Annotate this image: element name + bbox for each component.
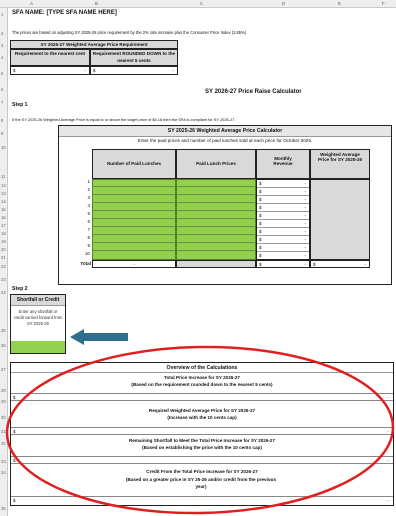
row-number: 8 [87, 235, 90, 240]
col-header-d[interactable]: D [282, 1, 285, 6]
row-number: 4 [87, 203, 90, 208]
column-headers: A B C D E F [0, 0, 396, 8]
requirement-nearest-cent-header: Requirement to the nearest cent [10, 49, 90, 66]
spreadsheet: A B C D E F 1 2 3 4 5 6 7 8 9 10 11 12 1… [0, 0, 396, 516]
row-header[interactable]: 16 [1, 215, 6, 220]
row-header[interactable]: 9 [1, 131, 3, 136]
revenue-cell: $ - [257, 180, 309, 188]
revenue-cell: $ - [257, 188, 309, 196]
lunch-rows: 1 2 3 4 5 6 7 8 9 10 $ - $ - $ - $ - $ -… [59, 179, 391, 260]
row-header[interactable]: 2 [1, 31, 3, 36]
total-lunches: - [92, 260, 176, 268]
row-header[interactable]: 23 [1, 277, 6, 282]
lunches-header: Number of Paid Lunches [92, 149, 176, 179]
total-label: Total [80, 261, 91, 266]
revenue-column: $ - $ - $ - $ - $ - $ - $ - $ - $ - $ - [256, 179, 310, 260]
row-header[interactable]: 11 [1, 174, 5, 179]
col-header-c[interactable]: C [200, 1, 203, 6]
revenue-cell: $ - [259, 253, 306, 258]
row-header[interactable]: 3 [1, 43, 3, 48]
weighted-header: Weighted Average Price for SY 2025-26 [310, 149, 370, 179]
row-header[interactable]: 10 [1, 145, 6, 150]
row-numbers: 1 2 3 4 5 6 7 8 9 10 [59, 179, 92, 260]
step2-label: Step 2 [12, 286, 28, 292]
shortfall-credit-title: Shortfall or Credit [11, 295, 65, 306]
revenue-cell: $ - [257, 196, 309, 204]
weighted-blank-column [310, 179, 370, 260]
row-header[interactable]: 4 [1, 55, 3, 60]
requirement-rounded-value[interactable]: $ - [90, 66, 178, 75]
revenue-cell: $ - [257, 220, 309, 228]
weighted-average-calculator: SY 2025-26 Weighted Average Price Calcul… [58, 125, 392, 285]
revenue-cell: $ - [257, 244, 309, 252]
row-number: 1 [87, 179, 90, 184]
requirement-table-title: SY 2026-27 Weighted Average Price Requir… [10, 40, 178, 49]
row-header[interactable]: 1 [1, 12, 3, 17]
row-number: 5 [87, 211, 90, 216]
row-header[interactable]: 19 [1, 239, 6, 244]
revenue-header: Monthly Revenue [256, 149, 310, 179]
row-number: 3 [87, 195, 90, 200]
row-header[interactable]: 24 [1, 290, 6, 295]
annotation-circle [5, 345, 395, 515]
revenue-cell: $ - [257, 212, 309, 220]
lunches-input-column[interactable] [92, 179, 176, 260]
weighted-average-result: $ - [310, 260, 370, 268]
row-header[interactable]: 20 [1, 247, 6, 252]
requirement-rounded-header: Requirement ROUNDED DOWN to the nearest … [90, 49, 178, 66]
row-header[interactable]: 18 [1, 231, 6, 236]
row-header[interactable]: 25 [1, 328, 6, 333]
row-header[interactable]: 6 [1, 87, 3, 92]
col-header-f[interactable]: F [382, 1, 385, 6]
revenue-cell: $ - [257, 204, 309, 212]
total-prices-blank [176, 260, 256, 268]
col-header-b[interactable]: B [95, 1, 98, 6]
calculator-box-title: SY 2025-26 Weighted Average Price Calcul… [59, 126, 391, 137]
row-header[interactable]: 17 [1, 223, 6, 228]
row-number: 6 [87, 219, 90, 224]
row-number: 10 [84, 251, 90, 256]
intro-text: The prices are based on adjusting SY 202… [12, 30, 248, 35]
prices-input-column[interactable] [176, 179, 256, 260]
col-header-e[interactable]: E [338, 1, 341, 6]
row-header[interactable]: 22 [1, 264, 6, 269]
shortfall-credit-description: Enter any shortfall or credit carried fo… [13, 309, 63, 326]
prices-header: Paid Lunch Prices [176, 149, 256, 179]
step1-label: Step 1 [12, 102, 28, 108]
row-number: 7 [87, 227, 90, 232]
calculator-title: SY 2026-27 Price Raise Calculator [205, 89, 302, 95]
total-revenue: $ - [256, 260, 310, 268]
step1-description: If the SY 2025-26 Weighted Average Price… [12, 117, 236, 122]
row-header[interactable]: 14 [1, 199, 6, 204]
col-header-a[interactable]: A [30, 1, 33, 6]
row-header[interactable]: 15 [1, 207, 6, 212]
calculator-instruction: Enter the paid prices and number of paid… [137, 138, 313, 143]
row-header[interactable]: 12 [1, 183, 6, 188]
row-number: 9 [87, 243, 90, 248]
row-number: 2 [87, 187, 90, 192]
row-header[interactable]: 21 [1, 255, 6, 260]
sfa-name-cell[interactable]: SFA NAME: [TYPE SFA NAME HERE] [12, 10, 117, 16]
row-header[interactable]: 7 [1, 100, 3, 105]
row-header[interactable]: 8 [1, 118, 3, 123]
revenue-cell: $ - [257, 228, 309, 236]
requirement-nearest-cent-value[interactable]: $ - [10, 66, 90, 75]
revenue-cell: $ - [257, 236, 309, 244]
row-header[interactable]: 13 [1, 191, 6, 196]
row-header[interactable]: 5 [1, 71, 3, 76]
